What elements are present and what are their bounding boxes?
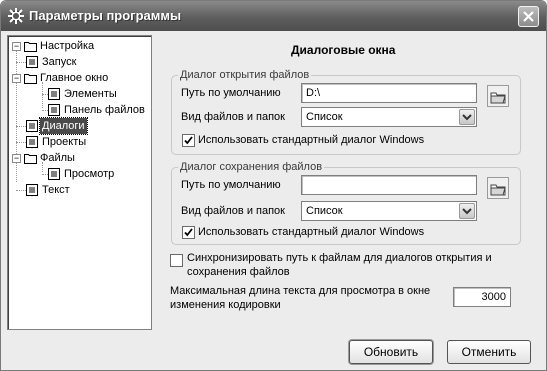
app-gear-icon [8,8,24,24]
maxlen-label-line2: изменения кодировки [170,299,281,311]
save-dialog-legend: Диалог сохранения файлов [178,161,325,173]
check-icon [184,228,193,237]
tree-item-dialogs[interactable]: Диалоги [12,117,152,135]
tree-item-files[interactable]: − Файлы [12,150,152,166]
tree-item-label: Файлы [40,152,75,164]
page-icon [48,104,60,116]
panel-title: Диалоговые окна [291,43,396,57]
title-bar[interactable]: Параметры программы [1,1,546,31]
folder-icon [24,154,37,164]
collapse-icon[interactable]: − [12,154,21,163]
open-std-dialog-label: Использовать стандартный диалог Windows [198,134,425,146]
page-icon [26,120,38,132]
save-path-input[interactable] [301,175,477,195]
tree-item-preview[interactable]: Просмотр [38,166,150,182]
open-std-dialog-checkbox[interactable] [182,134,195,147]
save-std-dialog-label: Использовать стандартный диалог Windows [198,226,425,238]
open-view-select[interactable]: Список [301,107,477,127]
save-path-label: Путь по умолчанию [181,179,281,191]
tree-item-label: Диалоги [39,117,88,135]
sync-path-label-line2: сохранения файлов [187,266,290,278]
open-view-label: Вид файлов и папок [181,111,285,123]
open-path-input[interactable]: D:\ [301,83,477,103]
folder-icon [24,74,37,84]
save-std-dialog-checkbox[interactable] [182,226,195,239]
tree-item-label: Проекты [42,136,87,148]
tree-item-startup[interactable]: Запуск [12,54,152,70]
tree-item-file-panel[interactable]: Панель файлов [38,102,150,118]
page-icon [48,168,60,180]
tree-item-projects[interactable]: Проекты [12,134,152,150]
settings-tree[interactable]: − Настройка Запуск − Главное окно Элемен… [7,35,152,330]
folder-browse-icon[interactable] [487,85,509,107]
tree-item-label: Главное окно [40,72,109,84]
page-icon [26,136,38,148]
collapse-icon[interactable]: − [12,42,21,51]
folder-browse-icon[interactable] [487,177,509,199]
dropdown-button[interactable] [459,109,475,125]
open-view-value: Список [306,111,343,123]
cancel-button[interactable]: Отменить [447,340,531,364]
maxlen-label-line1: Максимальная длина текста для просмотра … [170,285,431,297]
collapse-icon[interactable]: − [12,74,21,83]
save-view-label: Вид файлов и папок [181,205,285,217]
open-path-label: Путь по умолчанию [181,87,281,99]
tree-item-text[interactable]: Текст [12,182,152,198]
page-icon [26,56,38,68]
settings-dialog: Параметры программы − Настройка Запуск −… [0,0,547,371]
tree-item-elements[interactable]: Элементы [38,86,150,102]
close-icon [523,11,534,22]
sync-path-label-line1: Синхронизировать путь к файлам для диало… [187,252,492,264]
tree-item-settings[interactable]: − Настройка [12,38,152,54]
tree-item-label: Текст [42,184,70,196]
save-view-value: Список [306,205,343,217]
close-button[interactable] [518,6,539,27]
chevron-down-icon [462,114,472,121]
chevron-down-icon [462,208,472,215]
tree-item-label: Просмотр [64,168,115,180]
window-title: Параметры программы [29,8,182,23]
tree-item-label: Запуск [42,56,77,68]
page-icon [48,88,60,100]
tree-item-main-window[interactable]: − Главное окно [12,70,152,86]
page-icon [26,184,38,196]
sync-path-checkbox[interactable] [170,254,183,267]
open-dialog-legend: Диалог открытия файлов [178,69,312,81]
tree-item-label: Настройка [40,40,95,52]
check-icon [184,136,193,145]
folder-icon [24,42,37,52]
maxlen-input[interactable]: 3000 [453,287,511,307]
tree-item-label: Панель файлов [64,104,145,116]
tree-item-label: Элементы [64,88,117,100]
update-button[interactable]: Обновить [349,340,433,364]
save-view-select[interactable]: Список [301,201,477,221]
dropdown-button[interactable] [459,203,475,219]
